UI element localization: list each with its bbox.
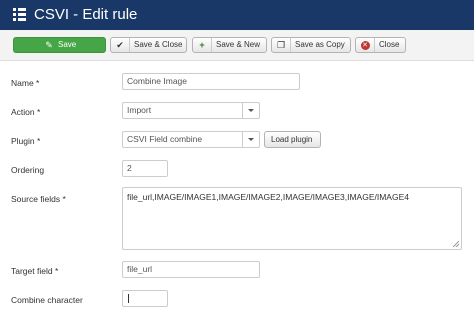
plus-icon: + xyxy=(193,38,212,52)
page-header: CSVI - Edit rule xyxy=(0,0,474,30)
copy-icon: ❐ xyxy=(272,38,291,52)
plugin-label: Plugin * xyxy=(11,136,41,146)
save-label: Save xyxy=(58,40,77,49)
close-button[interactable]: ✕ Close xyxy=(355,37,406,53)
toolbar: ✎ Save ✔ Save & Close + Save & New ❐ Sav… xyxy=(0,30,474,61)
target-field-label: Target field * xyxy=(11,266,59,276)
close-circle-icon: ✕ xyxy=(356,38,375,52)
ordering-label: Ordering xyxy=(11,165,45,175)
name-label: Name * xyxy=(11,78,40,88)
chevron-down-icon xyxy=(242,132,259,147)
save-close-label: Save & Close xyxy=(134,40,183,49)
save-copy-label: Save as Copy xyxy=(295,40,345,49)
pencil-check-icon: ✎ xyxy=(45,40,53,50)
name-field[interactable]: Combine Image xyxy=(122,73,300,90)
action-value: Import xyxy=(127,105,152,115)
close-label: Close xyxy=(379,40,400,49)
page-title: CSVI - Edit rule xyxy=(34,6,138,23)
ordering-field[interactable]: 2 xyxy=(122,160,168,177)
save-close-button[interactable]: ✔ Save & Close xyxy=(110,37,187,53)
save-new-button[interactable]: + Save & New xyxy=(192,37,267,53)
chevron-down-icon xyxy=(242,103,259,118)
target-field-input[interactable]: file_url xyxy=(122,261,260,278)
combine-character-label: Combine character xyxy=(11,295,83,305)
save-button[interactable]: ✎ Save xyxy=(13,37,106,53)
text-cursor xyxy=(128,294,129,303)
plugin-value: CSVI Field combine xyxy=(127,134,203,144)
save-copy-button[interactable]: ❐ Save as Copy xyxy=(271,37,351,53)
load-plugin-button[interactable]: Load plugin xyxy=(264,131,321,148)
save-new-label: Save & New xyxy=(216,40,261,49)
action-select[interactable]: Import xyxy=(122,102,260,119)
list-icon xyxy=(13,8,26,21)
action-label: Action * xyxy=(11,107,41,117)
plugin-select[interactable]: CSVI Field combine xyxy=(122,131,260,148)
load-plugin-label: Load plugin xyxy=(271,135,313,144)
source-fields-label: Source fields * xyxy=(11,194,66,204)
source-fields-value: file_url,IMAGE/IMAGE1,IMAGE/IMAGE2,IMAGE… xyxy=(127,192,409,202)
check-icon: ✔ xyxy=(111,38,130,52)
source-fields-textarea[interactable]: file_url,IMAGE/IMAGE1,IMAGE/IMAGE2,IMAGE… xyxy=(122,187,462,250)
resize-grip-icon[interactable] xyxy=(453,241,459,247)
